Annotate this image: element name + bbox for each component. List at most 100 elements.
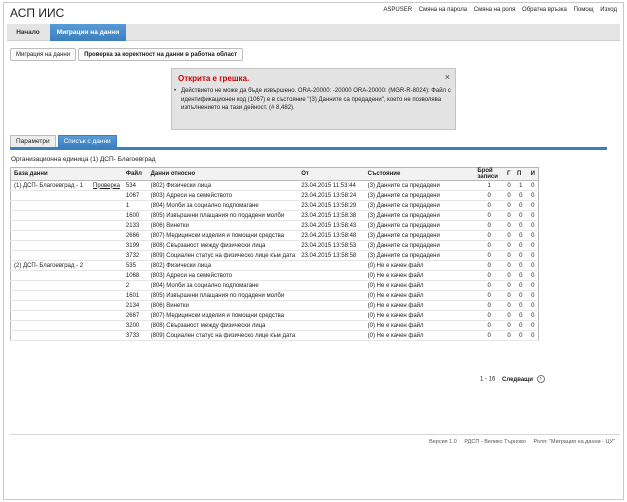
- breadcrumb-current: Проверка за коректност на данни в работн…: [78, 48, 244, 61]
- col-from[interactable]: От: [298, 167, 365, 181]
- cell-count-text: 0: [487, 302, 491, 309]
- table-row: 3732 (809) Социален статус на физическо л…: [10, 250, 539, 261]
- cell-data: (807) Медицински изделия и помощни средс…: [147, 230, 299, 241]
- cell-file: 1600: [122, 210, 148, 221]
- col-data[interactable]: Данни относно: [147, 167, 299, 181]
- app-window: АСП ИИС ASPUSER Смяна на парола Смяна на…: [3, 2, 624, 500]
- cell-state-text: (0) Не е качен файл: [367, 282, 424, 289]
- col-g[interactable]: Г: [504, 167, 514, 181]
- cell-from-text: 23.04.2015 13:58:29: [301, 202, 357, 209]
- cell-count: 0: [474, 200, 505, 211]
- table-row: (2) ДСП- Благоевград - 2 535 (802) Физичес…: [10, 260, 539, 271]
- cell-count-text: 0: [487, 252, 491, 259]
- cell-base: [10, 240, 123, 251]
- cell-file: 3733: [122, 330, 148, 341]
- cell-i: 0: [527, 280, 539, 291]
- cell-count: 0: [474, 290, 505, 301]
- cell-g: 0: [504, 240, 514, 251]
- cell-g: 0: [504, 250, 514, 261]
- cell-base: [10, 230, 123, 241]
- next-page-link[interactable]: Следващи: [502, 377, 533, 383]
- table-row: 1068 (803) Адреси на семейството (0) Не е …: [10, 270, 539, 281]
- cell-base: [10, 330, 123, 341]
- cell-state: (0) Не е качен файл: [364, 300, 475, 311]
- nav-migration[interactable]: Миграции на данни: [50, 24, 126, 41]
- error-panel: Открита е грешка. × • Действието не може…: [171, 68, 456, 130]
- cell-from: 23.04.2015 13:58:48: [298, 230, 365, 241]
- breadcrumb-migration[interactable]: Миграция на данни: [10, 48, 77, 61]
- col-count[interactable]: Брой записи: [474, 167, 505, 181]
- app-title: АСП ИИС: [10, 6, 65, 20]
- close-icon[interactable]: ×: [445, 72, 450, 82]
- change-role-link[interactable]: Смяна на роля: [474, 7, 516, 13]
- cell-i: 0: [527, 320, 539, 331]
- cell-from: 23.04.2015 13:58:24: [298, 190, 365, 201]
- cell-p-text: 0: [519, 332, 523, 339]
- cell-g: 0: [504, 200, 514, 211]
- cell-file: 535: [122, 260, 148, 271]
- cell-p-text: 0: [519, 282, 523, 289]
- cell-file-text: 3199: [125, 242, 140, 249]
- table-row: (1) ДСП- Благоевград - 1 Проверка 534 (802)…: [10, 180, 539, 191]
- user-link[interactable]: ASPUSER: [383, 7, 412, 13]
- cell-p: 0: [513, 320, 528, 331]
- cell-data: (809) Социален статус на физическо лице …: [147, 330, 299, 341]
- cell-data-text: (802) Физически лица: [150, 262, 212, 269]
- cell-from: [298, 300, 365, 311]
- cell-state-text: (0) Не е качен файл: [367, 272, 424, 279]
- col-i[interactable]: И: [527, 167, 539, 181]
- col-state[interactable]: Състояние: [364, 167, 475, 181]
- cell-p: 0: [513, 280, 528, 291]
- cell-i: 0: [527, 290, 539, 301]
- col-p[interactable]: П: [513, 167, 528, 181]
- cell-count-text: 0: [487, 332, 491, 339]
- cell-count: 0: [474, 240, 505, 251]
- cell-state-text: (3) Данните са предадени: [367, 222, 440, 229]
- col-base[interactable]: База данни: [10, 167, 123, 181]
- cell-p-text: 0: [519, 302, 523, 309]
- cell-base: (2) ДСП- Благоевград - 2: [10, 260, 123, 271]
- cell-data: (806) Винетки: [147, 220, 299, 231]
- cell-p-text: 0: [519, 202, 523, 209]
- cell-base: (1) ДСП- Благоевград - 1 Проверка: [10, 180, 123, 191]
- cell-from: [298, 330, 365, 341]
- cell-state-text: (3) Данните са предадени: [367, 192, 440, 199]
- cell-count-text: 0: [487, 292, 491, 299]
- feedback-link[interactable]: Обратна връзка: [522, 7, 567, 13]
- table-row: 1067 (803) Адреси на семейството 23.04.201…: [10, 190, 539, 201]
- table-row: 1 (804) Молби за социално подпомагане 23.0…: [10, 200, 539, 211]
- check-link[interactable]: Проверка: [93, 183, 120, 189]
- cell-p: 0: [513, 250, 528, 261]
- cell-g: 0: [504, 330, 514, 341]
- cell-count-text: 0: [487, 212, 491, 219]
- cell-base: [10, 320, 123, 331]
- cell-data: (805) Извършени плащания по подадени мол…: [147, 210, 299, 221]
- cell-base: [10, 250, 123, 261]
- cell-i-text: 0: [531, 192, 535, 199]
- cell-from: 23.04.2015 13:58:29: [298, 200, 365, 211]
- cell-data-text: (809) Социален статус на физическо лице …: [150, 332, 296, 339]
- cell-i: 0: [527, 260, 539, 271]
- cell-i: 0: [527, 330, 539, 341]
- cell-state-text: (0) Не е качен файл: [367, 332, 424, 339]
- cell-data-text: (808) Свързаност между физически лица: [150, 242, 266, 249]
- cell-g-text: 0: [507, 262, 511, 269]
- cell-g: 0: [504, 320, 514, 331]
- cell-state: (3) Данните са предадени: [364, 200, 475, 211]
- help-link[interactable]: Помощ: [574, 7, 594, 13]
- cell-file: 1068: [122, 270, 148, 281]
- cell-count-text: 0: [487, 192, 491, 199]
- next-arrow-icon[interactable]: ›: [536, 375, 545, 383]
- cell-i-text: 0: [531, 242, 535, 249]
- cell-data: (808) Свързаност между физически лица: [147, 240, 299, 251]
- cell-from-text: 23.04.2015 13:58:43: [301, 222, 357, 229]
- nav-home[interactable]: Начало: [7, 24, 49, 41]
- cell-data-text: (802) Физически лица: [150, 182, 212, 189]
- cell-file-text: 3200: [125, 322, 140, 329]
- cell-p: 1: [513, 180, 528, 191]
- cell-count: 0: [474, 260, 505, 271]
- cell-file-text: 2: [125, 282, 130, 289]
- col-file[interactable]: Файл: [122, 167, 148, 181]
- change-password-link[interactable]: Смяна на парола: [419, 7, 467, 13]
- logout-link[interactable]: Изход: [600, 7, 617, 13]
